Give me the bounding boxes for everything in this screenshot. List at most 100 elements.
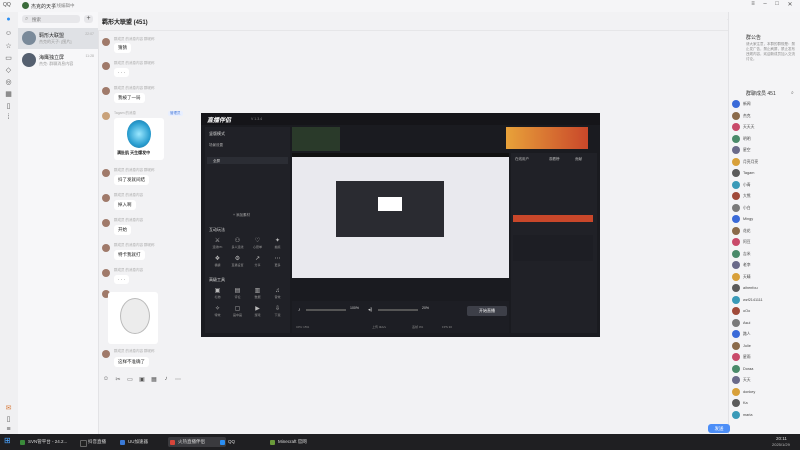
shared-screenshot[interactable]: 直播伴侣 V 1.3.4 竖版模式 场景设置 全屏 + 添加素材 互动玩法 ⚔ 连… xyxy=(201,113,600,337)
advanced-tool[interactable]: ♫ 音效 xyxy=(269,287,286,302)
member-avatar[interactable] xyxy=(732,180,740,189)
member-name[interactable]: Ka xyxy=(743,401,748,405)
member-avatar[interactable] xyxy=(732,399,740,407)
bookmark-icon[interactable]: ▯ xyxy=(4,102,13,111)
member-avatar[interactable] xyxy=(732,353,740,361)
message-input[interactable] xyxy=(98,386,728,434)
member-avatar[interactable] xyxy=(732,284,740,292)
member-avatar[interactable] xyxy=(732,318,740,327)
scene-item[interactable]: 全屏 xyxy=(207,157,288,164)
close-icon[interactable]: ✕ xyxy=(785,1,795,8)
calendar-icon[interactable]: ▦ xyxy=(150,376,158,383)
meme-sticker[interactable] xyxy=(108,292,158,344)
member-name[interactable]: 吉米 xyxy=(743,252,751,257)
member-name[interactable]: oOo xyxy=(743,309,750,313)
member-name[interactable]: 新闻 xyxy=(743,102,751,107)
clock-date[interactable]: 2025/1/29 xyxy=(772,442,790,447)
advanced-tool[interactable]: ▤ 评论 xyxy=(229,287,246,302)
search-box[interactable]: ⌕ xyxy=(22,15,80,23)
add-source-button[interactable]: + 添加素材 xyxy=(233,213,250,218)
member-name[interactable]: 明明 xyxy=(743,137,751,142)
interact-tool[interactable]: ⋯ 更多 xyxy=(269,255,286,270)
member-avatar[interactable] xyxy=(732,387,740,396)
more-tools-icon[interactable]: ⋯ xyxy=(174,376,182,383)
member-avatar[interactable] xyxy=(732,146,740,154)
member-name[interactable]: aihenfou xyxy=(743,286,758,290)
member-avatar[interactable] xyxy=(732,307,740,315)
member-name[interactable]: wzf2141111 xyxy=(743,298,763,302)
live-cover-thumbnail[interactable] xyxy=(292,127,340,151)
member-name[interactable]: Asui xyxy=(743,321,750,325)
folder-icon[interactable]: ▭ xyxy=(4,54,13,63)
member-avatar[interactable] xyxy=(732,157,740,166)
member-name[interactable]: Mingy xyxy=(743,217,753,221)
interact-tool[interactable]: ⚔ 连线PK xyxy=(209,237,226,252)
advanced-tool[interactable]: ▥ 数据 xyxy=(249,287,266,302)
menu-icon[interactable]: ≡ xyxy=(748,1,758,7)
interact-tool[interactable]: ♡ 心愿单 xyxy=(249,237,266,252)
image-icon[interactable]: ▣ xyxy=(138,376,146,383)
message-avatar[interactable] xyxy=(102,87,110,95)
message-avatar[interactable] xyxy=(102,194,110,202)
promo-banner[interactable] xyxy=(506,127,588,149)
member-name[interactable]: 星空 xyxy=(743,148,751,153)
member-name[interactable]: 小白 xyxy=(743,206,751,211)
announcement-text[interactable]: 请大家注意，本群的群规是：禁止发广告，禁止刷屏，禁止发布违规内容，欢迎新成员加入… xyxy=(746,42,798,87)
member-avatar[interactable] xyxy=(732,111,740,120)
compass-icon[interactable]: ◎ xyxy=(4,78,13,87)
right-tab[interactable]: 贡献 xyxy=(575,157,582,162)
member-avatar[interactable] xyxy=(732,123,740,131)
mode-label[interactable]: 竖版模式 xyxy=(209,131,225,137)
clock-time[interactable]: 20:11 xyxy=(776,436,787,441)
advanced-tool[interactable]: ▣ 礼物 xyxy=(209,287,226,302)
member-avatar[interactable] xyxy=(732,238,740,246)
member-avatar[interactable] xyxy=(732,226,740,235)
message-avatar[interactable] xyxy=(102,350,110,358)
member-avatar[interactable] xyxy=(732,364,740,373)
folder-icon[interactable]: ▭ xyxy=(126,376,134,383)
message-avatar[interactable] xyxy=(102,169,110,177)
promo-strip[interactable] xyxy=(513,215,593,222)
user-avatar[interactable] xyxy=(22,2,29,9)
phone-icon[interactable]: ▯ xyxy=(4,415,13,424)
member-avatar[interactable] xyxy=(732,376,740,384)
message-avatar[interactable] xyxy=(102,38,110,46)
member-name[interactable]: 阿豆 xyxy=(743,240,751,245)
message-avatar[interactable] xyxy=(102,112,110,120)
member-avatar[interactable] xyxy=(732,272,740,281)
member-name[interactable]: 路人 xyxy=(743,332,751,337)
advanced-tool[interactable]: ▶ 游戏 xyxy=(249,305,266,320)
message-avatar[interactable] xyxy=(102,269,110,277)
member-name[interactable]: 花花 xyxy=(743,229,751,234)
message-avatar[interactable] xyxy=(102,219,110,227)
member-name[interactable]: maria xyxy=(743,413,753,417)
message-avatar[interactable] xyxy=(102,62,110,70)
start-menu-icon[interactable]: ⊞ xyxy=(4,437,12,445)
conversation-item[interactable]: 羁形大联盟 杰克的天子: [图片] 22:07 xyxy=(18,28,98,49)
minimize-icon[interactable]: – xyxy=(760,1,770,7)
apps-icon[interactable]: ⁞ xyxy=(4,114,13,123)
member-avatar[interactable] xyxy=(732,215,740,223)
member-avatar[interactable] xyxy=(732,295,740,304)
interact-tool[interactable]: ✦ 抽奖 xyxy=(269,237,286,252)
member-avatar[interactable] xyxy=(732,203,740,212)
interact-tool[interactable]: ⚙ 直播设置 xyxy=(229,255,246,270)
grid-icon[interactable]: ▦ xyxy=(4,90,13,99)
member-name[interactable]: 月亮月亮 xyxy=(743,160,758,165)
advanced-tool[interactable]: ✧ 特效 xyxy=(209,305,226,320)
member-name[interactable]: 老李 xyxy=(743,263,751,268)
star-icon[interactable]: ☆ xyxy=(4,42,13,51)
stream-preview[interactable] xyxy=(292,153,509,278)
right-tab[interactable]: 观看榜 xyxy=(549,157,560,162)
mail-icon[interactable]: ✉ xyxy=(4,404,13,413)
speaker-volume-slider[interactable] xyxy=(378,309,418,311)
member-avatar[interactable] xyxy=(732,410,740,419)
member-avatar[interactable] xyxy=(732,330,740,338)
add-button[interactable]: + xyxy=(84,15,93,23)
interact-tool[interactable]: ⚇ 多人连线 xyxy=(229,237,246,252)
send-button[interactable]: 发送 xyxy=(708,424,730,433)
member-avatar[interactable] xyxy=(732,249,740,258)
taskbar-item[interactable]: SVN管平台 - 24.2... xyxy=(18,437,86,447)
advanced-tool[interactable]: ⇩ 下载 xyxy=(269,305,286,320)
taskbar-item[interactable]: Minecraft 官网 xyxy=(268,437,338,447)
